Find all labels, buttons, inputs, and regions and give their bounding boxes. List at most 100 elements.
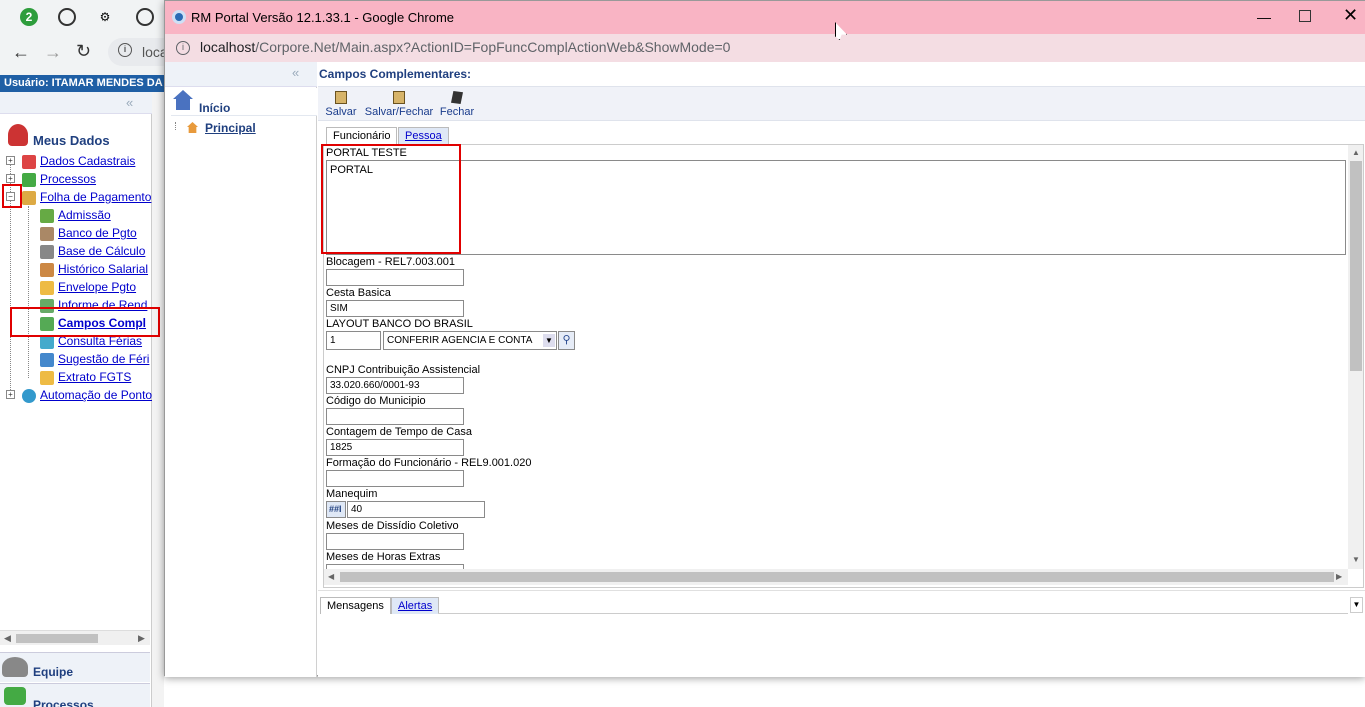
tree-link[interactable]: Automação de Ponto: [40, 388, 152, 402]
layout-code-input[interactable]: 1: [326, 331, 381, 350]
save-close-button[interactable]: Salvar/Fechar: [363, 91, 435, 118]
tree-link[interactable]: Admissão: [58, 208, 111, 222]
tree-item-dados-cadastrais[interactable]: Dados Cadastrais: [22, 153, 135, 169]
dissidio-input[interactable]: [326, 533, 464, 550]
tree-link[interactable]: Banco de Pgto: [58, 226, 137, 240]
page-title: Campos Complementares:: [319, 67, 472, 81]
formacao-input[interactable]: [326, 470, 464, 487]
info-icon[interactable]: i: [176, 41, 190, 55]
tree-item-admissao[interactable]: Admissão: [40, 207, 111, 223]
minimize-button[interactable]: —: [1257, 9, 1271, 25]
maximize-button[interactable]: [1299, 10, 1311, 22]
layout-select-value: CONFERIR AGENCIA E CONTA: [387, 335, 533, 346]
scroll-thumb[interactable]: [16, 634, 98, 643]
formacao-label: Formação do Funcionário - REL9.001.020: [326, 457, 532, 469]
envelope-icon: [40, 280, 54, 295]
layout-select[interactable]: CONFERIR AGENCIA E CONTA ▼: [383, 331, 557, 350]
vertical-scrollbar[interactable]: ▲ ▼: [1348, 145, 1363, 569]
close-button[interactable]: Fechar: [439, 91, 475, 118]
bg-address-bar[interactable]: i loca: [108, 38, 170, 66]
tab-mensagens[interactable]: Mensagens: [320, 597, 391, 614]
tree-link[interactable]: Sugestão de Féri: [58, 352, 149, 366]
processes-icon: [4, 687, 26, 705]
back-icon[interactable]: ←: [12, 42, 30, 63]
bg-sidebar-scrollbar[interactable]: ◀ ▶: [0, 630, 150, 645]
cesta-input[interactable]: SIM: [326, 300, 464, 317]
tree-item-envelope[interactable]: Envelope Pgto: [40, 279, 136, 295]
cesta-label: Cesta Basica: [326, 287, 391, 299]
home-row[interactable]: Início: [171, 88, 317, 116]
expand-icon[interactable]: +: [6, 156, 15, 165]
block-icon[interactable]: [58, 8, 76, 26]
home-icon: [173, 90, 193, 110]
tree-link[interactable]: Extrato FGTS: [58, 370, 131, 384]
scroll-left-icon[interactable]: ◀: [328, 572, 334, 581]
popup-window: RM Portal Versão 12.1.33.1 - Google Chro…: [164, 0, 1365, 677]
horizontal-scrollbar[interactable]: ◀ ▶: [324, 569, 1348, 585]
cnpj-input[interactable]: 33.020.660/0001-93: [326, 377, 464, 394]
tree-item-processos[interactable]: Processos: [22, 171, 96, 187]
scroll-left-icon[interactable]: ◀: [4, 633, 11, 644]
tree-item-base-calculo[interactable]: Base de Cálculo: [40, 243, 145, 259]
cnpj-label: CNPJ Contribuição Assistencial: [326, 364, 481, 376]
expand-icon[interactable]: +: [6, 390, 15, 399]
footer-label[interactable]: Equipe: [33, 665, 73, 679]
tree-item-banco[interactable]: Banco de Pgto: [40, 225, 137, 241]
tab-pessoa[interactable]: Pessoa: [398, 127, 449, 144]
contagem-input[interactable]: 1825: [326, 439, 464, 456]
tree-item-historico[interactable]: Histórico Salarial: [40, 261, 148, 277]
tree-link[interactable]: Dados Cadastrais: [40, 154, 135, 168]
popup-main: Campos Complementares: Salvar Salvar/Fec…: [318, 62, 1365, 677]
tree-item-folha[interactable]: Folha de Pagamento: [22, 189, 151, 205]
extension-icon[interactable]: ⚙: [96, 8, 114, 26]
tree-item-sugestao-ferias[interactable]: Sugestão de Féri: [40, 351, 149, 367]
bg-footer-processos[interactable]: Processos: [0, 683, 150, 707]
vacation-icon: [40, 352, 54, 367]
scroll-right-icon[interactable]: ▶: [1336, 572, 1342, 581]
tab-funcionario[interactable]: Funcionário: [326, 127, 398, 144]
portal-textarea[interactable]: PORTAL: [326, 160, 1346, 255]
chevron-down-icon[interactable]: ▼: [543, 334, 555, 347]
layout-label: LAYOUT BANCO DO BRASIL: [326, 318, 473, 330]
scroll-thumb[interactable]: [1350, 161, 1362, 371]
extension-badge-icon[interactable]: 2: [20, 8, 38, 26]
tree-link[interactable]: Base de Cálculo: [58, 244, 145, 258]
blocagem-input[interactable]: [326, 269, 464, 286]
scroll-up-icon[interactable]: ▲: [1352, 148, 1360, 157]
bg-gap: [152, 92, 164, 707]
form-panel: PORTAL TESTE PORTAL Blocagem - REL7.003.…: [323, 144, 1364, 588]
scroll-down-icon[interactable]: ▼: [1352, 555, 1360, 564]
tree-link[interactable]: Folha de Pagamento: [40, 190, 151, 204]
reload-icon[interactable]: ↻: [76, 41, 91, 62]
expand-icon[interactable]: +: [6, 174, 15, 183]
meus-dados-title: Meus Dados: [33, 133, 110, 148]
tree-link[interactable]: Histórico Salarial: [58, 262, 148, 276]
tree-item-automacao[interactable]: Automação de Ponto: [22, 387, 152, 403]
payroll-icon: [22, 190, 36, 205]
popup-address-bar[interactable]: i localhost/Corpore.Net/Main.aspx?Action…: [165, 34, 1365, 62]
tree-link[interactable]: Envelope Pgto: [58, 280, 136, 294]
forward-icon[interactable]: →: [44, 42, 62, 63]
home-label[interactable]: Início: [199, 101, 230, 115]
person-icon: [22, 154, 36, 169]
block-icon[interactable]: [136, 8, 154, 26]
scroll-right-icon[interactable]: ▶: [138, 633, 145, 644]
municipio-input[interactable]: [326, 408, 464, 425]
tab-alertas[interactable]: Alertas: [391, 597, 440, 614]
bg-sidebar-header: «: [0, 92, 152, 114]
dissidio-label: Meses de Dissídio Coletivo: [326, 520, 459, 532]
close-window-button[interactable]: ✕: [1343, 5, 1358, 26]
manequim-input[interactable]: 40: [347, 501, 485, 518]
footer-label[interactable]: Processos: [33, 698, 94, 707]
tree-link[interactable]: Processos: [40, 172, 96, 186]
save-button[interactable]: Salvar: [325, 91, 357, 118]
tree-item-extrato-fgts[interactable]: Extrato FGTS: [40, 369, 131, 385]
number-mask-icon: ##I: [326, 501, 346, 518]
chevron-down-icon[interactable]: ▼: [1350, 597, 1363, 613]
collapse-icon[interactable]: «: [126, 95, 133, 110]
principal-link[interactable]: Principal: [205, 121, 256, 135]
bg-footer-equipe[interactable]: Equipe: [0, 652, 150, 682]
collapse-icon[interactable]: «: [292, 65, 299, 80]
scroll-thumb[interactable]: [340, 572, 1334, 582]
search-icon[interactable]: ⚲: [558, 331, 575, 350]
